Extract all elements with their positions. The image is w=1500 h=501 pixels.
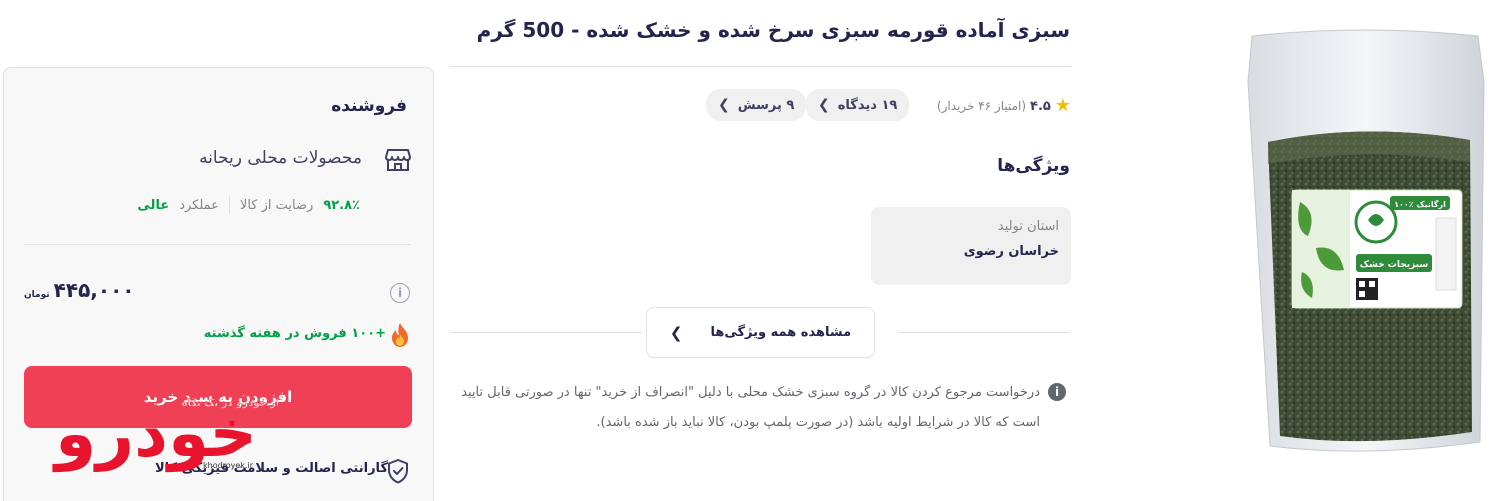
price-info-icon[interactable]: i	[390, 283, 410, 303]
stat-divider	[228, 196, 230, 214]
product-title: سبزی آماده قورمه سبزی سرخ شده و خشک شده …	[476, 18, 1070, 42]
store-icon	[385, 149, 411, 171]
price-currency: تومان	[24, 290, 50, 300]
fire-icon	[392, 323, 408, 347]
rating-value: ۴.۵	[1030, 98, 1051, 114]
price-value: ۴۴۵,۰۰۰	[53, 278, 135, 302]
rating-count: (امتیاز ۴۶ خریدار)	[936, 99, 1027, 113]
seller-heading: فروشنده	[331, 96, 407, 116]
seller-divider	[24, 244, 411, 245]
package-brand-text: سبزیجات خشک	[1360, 260, 1429, 270]
info-icon: i	[1048, 383, 1066, 401]
satisfaction-label: رضایت از کالا	[239, 197, 314, 213]
reviews-link-label: ۱۹ دیدگاه	[837, 97, 898, 113]
performance-value: عالی	[137, 197, 170, 213]
chevron-left-icon: ❯	[718, 97, 730, 113]
feature-value: خراسان رضوی	[963, 244, 1059, 259]
performance-label: عملکرد	[179, 197, 219, 213]
package-tag-text: ۱۰۰٪ ارگانیک	[1394, 199, 1446, 209]
watermark-domain: khodroyek.ir	[203, 461, 254, 470]
satisfaction-value: ۹۲.۸٪	[323, 197, 360, 213]
chevron-left-icon: ❯	[669, 323, 683, 342]
watermark-logo: اخبار خودرو در یک نگاه خودرو khodroyek.i…	[52, 395, 278, 473]
star-icon: ★	[1054, 95, 1071, 116]
seller-name-link[interactable]: محصولات محلی ریحانه	[199, 148, 362, 168]
feature-card: استان تولید خراسان رضوی	[871, 207, 1071, 285]
show-all-features-button[interactable]: مشاهده همه ویژگی‌ها ❯	[646, 307, 875, 358]
shield-check-icon	[388, 459, 408, 484]
chevron-left-icon: ❯	[818, 97, 830, 113]
show-all-features-label: مشاهده همه ویژگی‌ها	[710, 325, 852, 340]
product-image[interactable]: ۱۰۰٪ ارگانیک سبزیجات خشک	[1240, 22, 1490, 462]
return-policy-note: درخواست مرجوع کردن کالا در گروه سبزی خشک…	[461, 385, 1040, 430]
features-heading: ویژگی‌ها	[997, 156, 1070, 176]
reviews-link[interactable]: ۱۹ دیدگاه ❯	[806, 89, 910, 121]
questions-link[interactable]: ۹ پرسش ❯	[706, 89, 807, 121]
weekly-sales-note: +۱۰۰ فروش در هفته گذشته	[203, 326, 386, 341]
rating-summary: ★ ۴.۵ (امتیاز ۴۶ خریدار)	[937, 92, 1071, 120]
seller-stats: ۹۲.۸٪ رضایت از کالا عملکرد عالی	[137, 196, 360, 214]
questions-link-label: ۹ پرسش	[737, 97, 795, 113]
title-divider	[450, 66, 1071, 67]
price: ۴۴۵,۰۰۰ تومان	[24, 278, 135, 302]
divider-line	[898, 332, 1070, 333]
divider-line	[450, 332, 642, 333]
feature-label: استان تولید	[997, 219, 1059, 234]
